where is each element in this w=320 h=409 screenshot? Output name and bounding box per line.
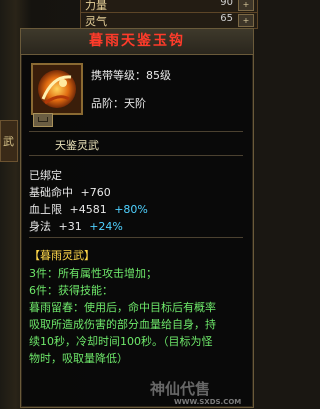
skill-desc-line: 物时，吸取量降低） — [29, 352, 128, 365]
stat-row: 身法 +31 +24% — [29, 218, 123, 234]
side-tab-label: 武 — [3, 135, 14, 148]
stat-name: 血上限 — [29, 203, 62, 216]
divider — [29, 155, 243, 156]
attribute-add-button[interactable]: + — [238, 14, 254, 27]
stat-row: 血上限 +4581 +80% — [29, 201, 148, 217]
site-watermark: 神仙代售 WWW.SXDS.COM — [150, 378, 250, 406]
stat-bonus: +24% — [89, 220, 123, 233]
stat-base: +31 — [58, 220, 82, 233]
skill-desc-line: 暮雨留春：使用后，命中目标后有概率 — [29, 301, 216, 314]
item-grade: 品阶：天阶 — [91, 97, 146, 110]
item-type: 天鉴灵武 — [55, 139, 99, 152]
hook-weapon-icon — [33, 65, 81, 113]
attribute-value: 65 — [220, 13, 233, 24]
item-title: 暮雨天鉴玉钩 — [21, 29, 253, 55]
watermark-text: 神仙代售 — [150, 380, 211, 398]
bound-status: 已绑定 — [29, 169, 62, 182]
stat-base: +4581 — [69, 203, 107, 216]
set-bonus-6: 6件：获得技能： — [29, 284, 113, 297]
stat-base: +760 — [80, 186, 111, 199]
stat-bonus: +80% — [114, 203, 148, 216]
side-tab[interactable]: 武 — [0, 120, 18, 162]
stat-row: 基础命中 +760 — [29, 184, 111, 200]
skill-desc-line: 续10秒，冷却时间100秒。（目标为怪 — [29, 335, 213, 348]
divider — [29, 237, 243, 238]
lock-badge-icon — [33, 113, 53, 127]
set-bonus-3: 3件：所有属性攻击增加； — [29, 267, 157, 280]
skill-desc-line: 吸取所造成伤害的部分血量给自身，持 — [29, 318, 216, 331]
attribute-value: 90 — [220, 0, 233, 8]
attribute-row-spirit: 灵气 65 + — [80, 12, 258, 29]
watermark-url: WWW.SXDS.COM — [174, 398, 242, 406]
stat-name: 基础命中 — [29, 186, 73, 199]
set-name: 【暮雨灵武】 — [29, 249, 95, 262]
carry-level: 携带等级：85级 — [91, 69, 171, 82]
item-tooltip: 暮雨天鉴玉钩 携带等级：85级 品阶：天阶 天鉴灵武 已绑定 基础命中 +760 — [20, 28, 254, 408]
attribute-add-button[interactable]: + — [238, 0, 254, 11]
divider — [29, 131, 243, 132]
attribute-label: 灵气 — [85, 15, 107, 28]
item-icon — [31, 63, 83, 115]
stat-name: 身法 — [29, 220, 51, 233]
